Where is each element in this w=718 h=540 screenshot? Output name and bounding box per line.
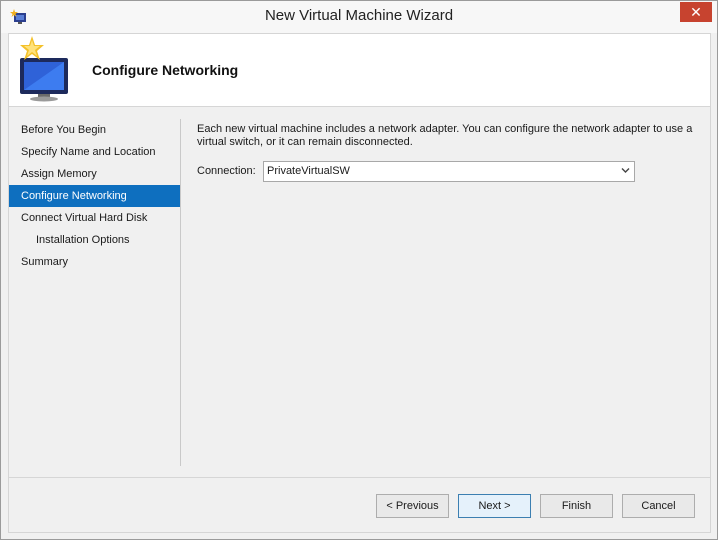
wizard-body: Configure Networking Before You Begin Sp… [8, 33, 711, 533]
connection-value: PrivateVirtualSW [267, 165, 350, 177]
description-line: virtual switch, or it can remain disconn… [197, 136, 413, 148]
finish-button[interactable]: Finish [540, 494, 613, 518]
step-connect-virtual-hard-disk[interactable]: Connect Virtual Hard Disk [9, 207, 180, 229]
step-summary[interactable]: Summary [9, 251, 180, 273]
title-bar[interactable]: New Virtual Machine Wizard ✕ [1, 1, 717, 33]
chevron-down-icon [621, 168, 630, 173]
connection-dropdown[interactable]: PrivateVirtualSW [263, 161, 635, 182]
connection-row: Connection: PrivateVirtualSW [197, 161, 697, 183]
window-title: New Virtual Machine Wizard [264, 7, 454, 24]
page-title: Configure Networking [92, 62, 239, 78]
steps-divider [180, 119, 181, 466]
description: Each new virtual machine includes a netw… [197, 123, 697, 149]
cancel-button[interactable]: Cancel [622, 494, 695, 518]
wizard-header: Configure Networking [9, 34, 710, 107]
connection-label: Connection: [197, 165, 256, 177]
step-installation-options[interactable]: Installation Options [9, 229, 180, 251]
step-configure-networking[interactable]: Configure Networking [9, 185, 180, 207]
close-button[interactable]: ✕ [680, 2, 712, 22]
previous-button[interactable]: < Previous [376, 494, 449, 518]
footer-divider [9, 477, 710, 478]
description-line: Each new virtual machine includes a netw… [197, 123, 693, 135]
next-button[interactable]: Next > [458, 494, 531, 518]
close-icon: ✕ [690, 3, 702, 20]
step-specify-name-and-location[interactable]: Specify Name and Location [9, 141, 180, 163]
page-content: Each new virtual machine includes a netw… [197, 123, 697, 182]
wizard-window: New Virtual Machine Wizard ✕ Configure N… [0, 0, 718, 540]
step-before-you-begin[interactable]: Before You Begin [9, 119, 180, 141]
step-assign-memory[interactable]: Assign Memory [9, 163, 180, 185]
wizard-steps: Before You Begin Specify Name and Locati… [9, 119, 180, 273]
virtual-machine-icon [20, 36, 68, 102]
